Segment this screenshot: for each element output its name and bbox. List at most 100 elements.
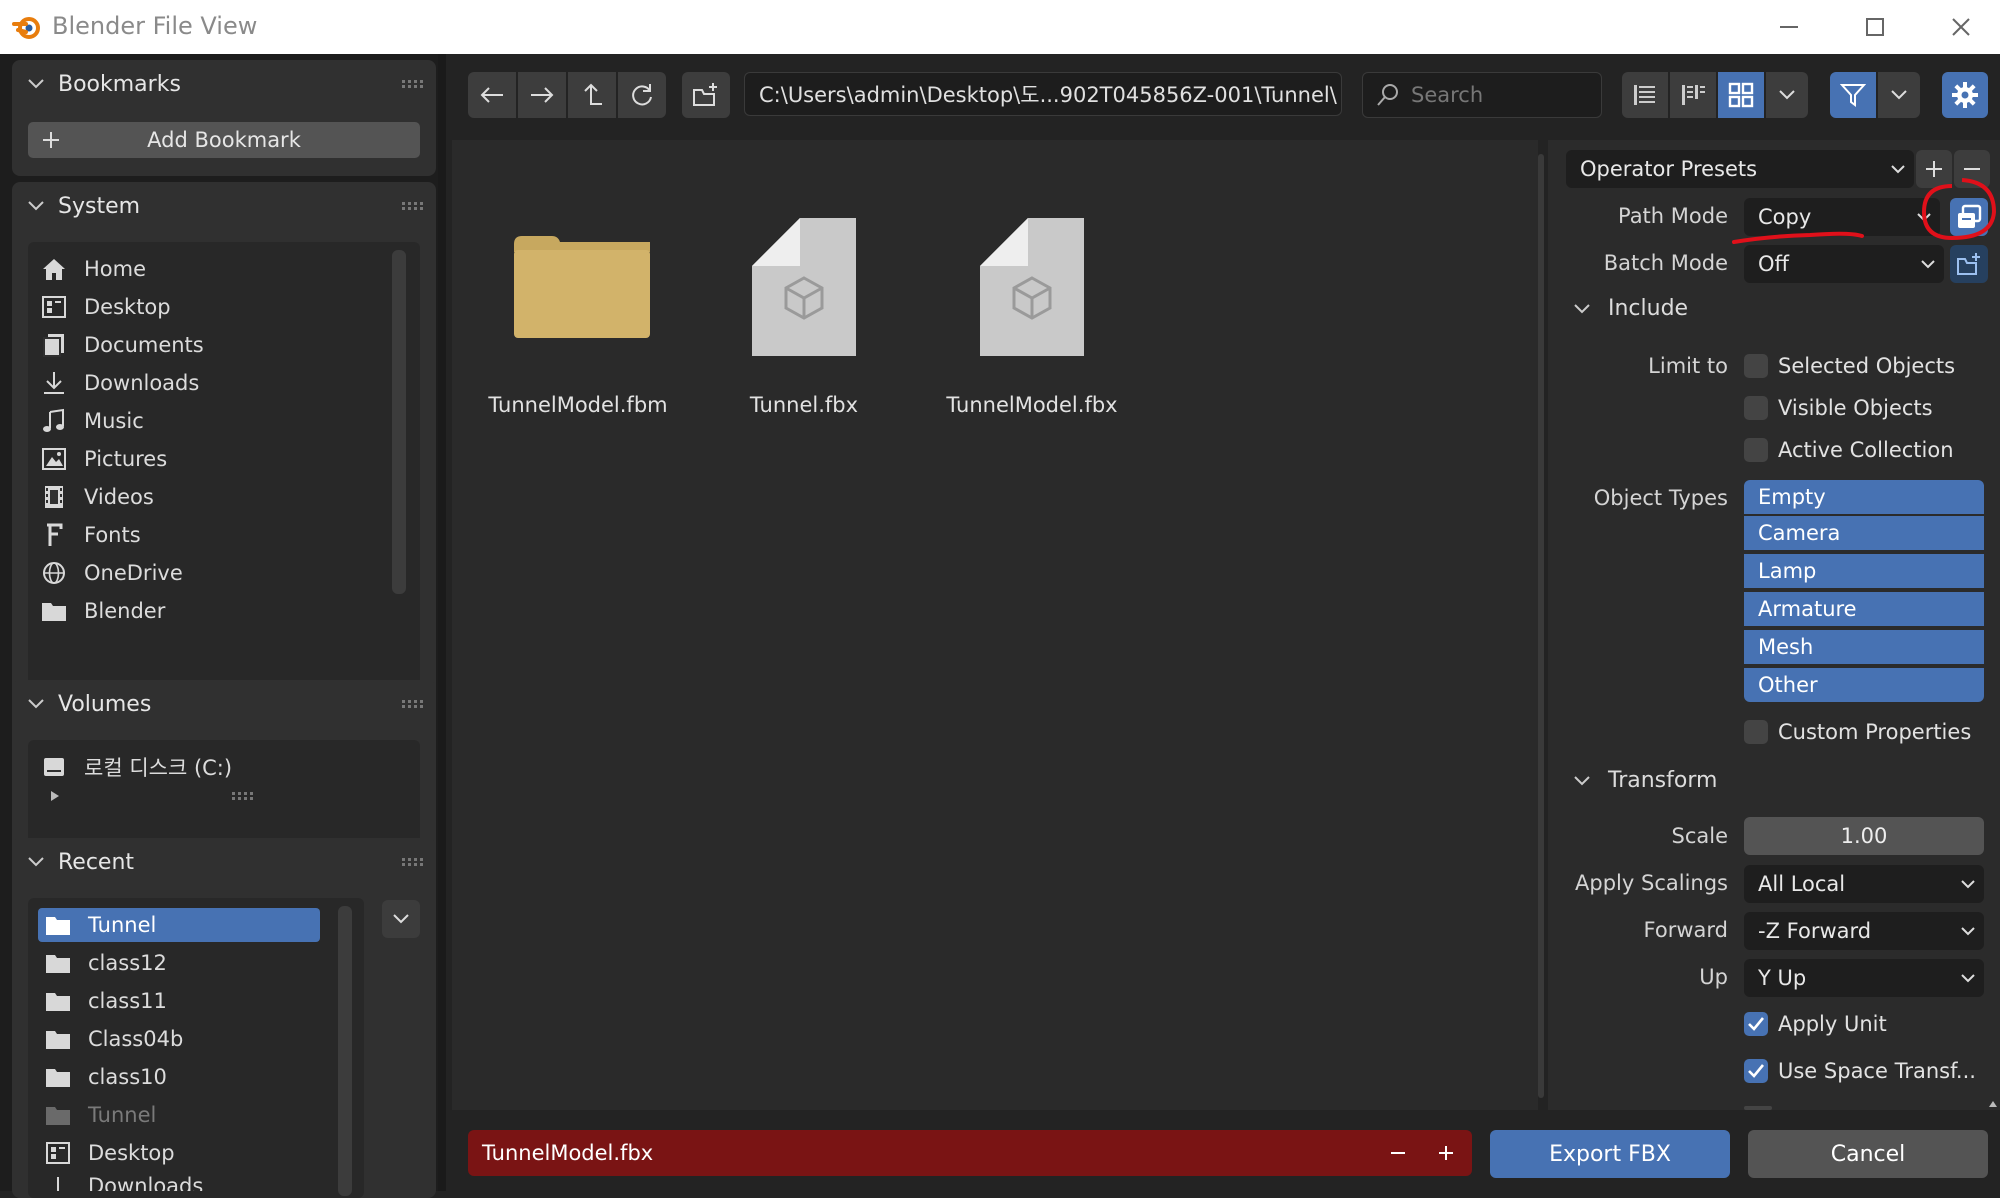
decrement-filename-button[interactable] bbox=[1388, 1130, 1408, 1176]
scale-field[interactable]: 1.00 bbox=[1744, 817, 1984, 855]
include-title: Include bbox=[1608, 296, 1689, 321]
apply-scalings-dropdown[interactable]: All Local bbox=[1744, 865, 1984, 903]
new-directory-button[interactable] bbox=[682, 72, 730, 118]
bookmarks-header[interactable]: Bookmarks bbox=[12, 60, 436, 108]
system-scrollbar[interactable] bbox=[392, 250, 406, 594]
grip-icon[interactable] bbox=[402, 700, 424, 708]
settings-toggle-button[interactable] bbox=[1942, 72, 1988, 118]
forward-dropdown[interactable]: -Z Forward bbox=[1744, 912, 1984, 950]
object-type-lamp-toggle[interactable]: Lamp bbox=[1744, 554, 1984, 588]
recent-item-desktop[interactable]: Desktop bbox=[44, 1136, 175, 1170]
view-vertical-list-button[interactable] bbox=[1622, 72, 1668, 118]
system-item-onedrive[interactable]: OneDrive bbox=[40, 556, 183, 590]
close-button[interactable] bbox=[1918, 0, 2000, 54]
checkbox-box bbox=[1744, 1059, 1768, 1083]
arrow-right-icon bbox=[529, 85, 555, 105]
selected-objects-checkbox[interactable]: Selected Objects bbox=[1744, 354, 1955, 378]
grip-icon[interactable] bbox=[402, 80, 424, 88]
up-value: Y Up bbox=[1758, 966, 1807, 990]
search-icon bbox=[1375, 82, 1401, 108]
object-type-camera-toggle[interactable]: Camera bbox=[1744, 516, 1984, 550]
recent-item-class10[interactable]: class10 bbox=[44, 1060, 167, 1094]
active-collection-checkbox[interactable]: Active Collection bbox=[1744, 438, 1954, 462]
chevron-down-icon bbox=[26, 855, 50, 869]
directory-path-input[interactable]: C:\Users\admin\Desktop\도...902T045856Z-0… bbox=[744, 72, 1342, 116]
sidebar-divider[interactable] bbox=[438, 54, 446, 1191]
use-space-transform-checkbox[interactable]: Use Space Transf... bbox=[1744, 1059, 1976, 1083]
arrow-left-icon bbox=[479, 85, 505, 105]
object-type-mesh-toggle[interactable]: Mesh bbox=[1744, 630, 1984, 664]
export-fbx-button[interactable]: Export FBX bbox=[1490, 1130, 1730, 1178]
add-bookmark-label: Add Bookmark bbox=[147, 128, 301, 152]
maximize-button[interactable] bbox=[1832, 0, 1918, 54]
recent-item-class11[interactable]: class11 bbox=[44, 984, 167, 1018]
grip-icon[interactable] bbox=[402, 858, 424, 866]
checkmark-icon bbox=[1748, 1017, 1765, 1031]
filter-options-dropdown[interactable] bbox=[1878, 72, 1920, 118]
system-item-music[interactable]: Music bbox=[40, 404, 144, 438]
recent-menu-button[interactable] bbox=[382, 900, 420, 938]
system-header[interactable]: System bbox=[12, 182, 436, 230]
system-item-pictures[interactable]: Pictures bbox=[40, 442, 167, 476]
forward-button[interactable] bbox=[518, 72, 566, 118]
back-button[interactable] bbox=[468, 72, 516, 118]
transform-header[interactable]: Transform bbox=[1572, 768, 1717, 793]
system-item-label: Downloads bbox=[84, 371, 200, 395]
view-thumbnails-button[interactable] bbox=[1718, 72, 1764, 118]
grip-icon[interactable] bbox=[402, 202, 424, 210]
recent-scrollbar[interactable] bbox=[338, 906, 352, 1196]
recent-item-class04b[interactable]: Class04b bbox=[44, 1022, 183, 1056]
up-label: Up bbox=[1699, 965, 1728, 989]
recent-title: Recent bbox=[58, 849, 135, 875]
volumes-header[interactable]: Volumes bbox=[12, 680, 436, 728]
disk-icon bbox=[40, 753, 68, 781]
picture-icon bbox=[40, 445, 68, 473]
checkbox-box bbox=[1744, 720, 1768, 744]
up-dropdown[interactable]: Y Up bbox=[1744, 959, 1984, 997]
visible-objects-checkbox[interactable]: Visible Objects bbox=[1744, 396, 1933, 420]
system-item-videos[interactable]: Videos bbox=[40, 480, 154, 514]
include-header[interactable]: Include bbox=[1572, 296, 1688, 321]
title-bar: Blender File View bbox=[0, 0, 2000, 54]
recent-item-downloads[interactable]: Downloads bbox=[44, 1174, 203, 1191]
system-item-desktop[interactable]: Desktop bbox=[40, 290, 171, 324]
view-options-dropdown[interactable] bbox=[1766, 72, 1808, 118]
chevron-down-icon bbox=[1572, 302, 1598, 316]
resize-grip-icon[interactable] bbox=[232, 792, 254, 800]
view-horizontal-list-button[interactable] bbox=[1670, 72, 1716, 118]
object-type-armature-toggle[interactable]: Armature bbox=[1744, 592, 1984, 626]
increment-filename-button[interactable] bbox=[1436, 1130, 1456, 1176]
minimize-button[interactable] bbox=[1746, 0, 1832, 54]
object-type-empty-toggle[interactable]: Empty bbox=[1744, 480, 1984, 514]
custom-properties-checkbox[interactable]: Custom Properties bbox=[1744, 720, 1971, 744]
system-item-fonts[interactable]: Fonts bbox=[40, 518, 141, 552]
scale-label: Scale bbox=[1671, 824, 1729, 848]
chevron-down-icon bbox=[392, 913, 410, 925]
system-item-home[interactable]: Home bbox=[40, 252, 146, 286]
recent-header[interactable]: Recent bbox=[12, 838, 436, 886]
object-type-other-toggle[interactable]: Other bbox=[1744, 668, 1984, 702]
file-item-tunnel-fbx[interactable]: Tunnel.fbx bbox=[694, 180, 914, 430]
system-item-documents[interactable]: Documents bbox=[40, 328, 204, 362]
volume-item-c[interactable]: 로컬 디스크 (C:) bbox=[40, 750, 232, 784]
folder-icon bbox=[44, 911, 72, 939]
filename-input[interactable]: TunnelModel.fbx bbox=[468, 1130, 1472, 1176]
apply-unit-checkbox[interactable]: Apply Unit bbox=[1744, 1012, 1887, 1036]
file-item-tunnelmodel-fbx[interactable]: TunnelModel.fbx bbox=[922, 180, 1142, 430]
expand-arrow-icon[interactable] bbox=[50, 790, 60, 802]
file-item-tunnelmodel-fbm[interactable]: TunnelModel.fbm bbox=[468, 180, 688, 430]
filter-toggle-button[interactable] bbox=[1830, 72, 1876, 118]
add-bookmark-button[interactable]: Add Bookmark bbox=[28, 122, 420, 158]
file-area-divider[interactable] bbox=[1538, 154, 1544, 1098]
parent-directory-button[interactable] bbox=[568, 72, 616, 118]
grid-view-icon bbox=[1728, 82, 1754, 108]
system-item-blender[interactable]: Blender bbox=[40, 594, 165, 628]
refresh-button[interactable] bbox=[618, 72, 666, 118]
recent-item-tunnel-missing[interactable]: Tunnel bbox=[44, 1098, 156, 1132]
system-item-downloads[interactable]: Downloads bbox=[40, 366, 199, 400]
recent-item-tunnel[interactable]: Tunnel bbox=[38, 908, 320, 942]
forward-label: Forward bbox=[1643, 918, 1728, 942]
recent-item-class12[interactable]: class12 bbox=[44, 946, 167, 980]
cancel-button[interactable]: Cancel bbox=[1748, 1130, 1988, 1178]
search-input[interactable]: Search bbox=[1362, 72, 1602, 118]
